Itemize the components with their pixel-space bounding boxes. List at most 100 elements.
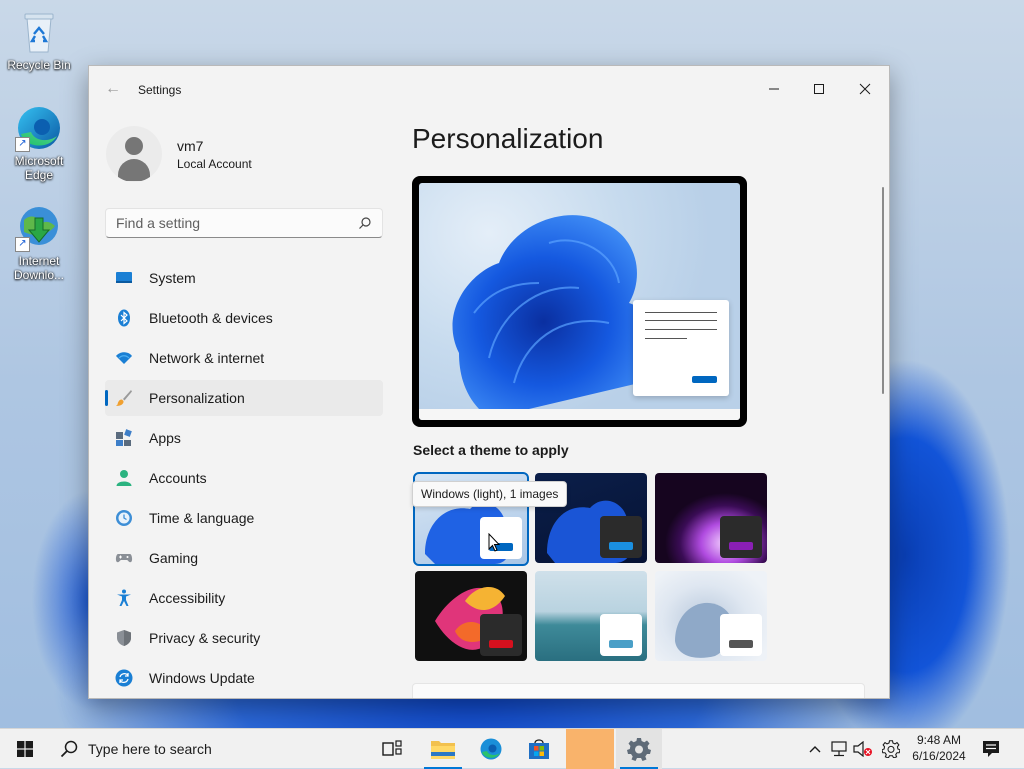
user-name: vm7: [177, 138, 204, 154]
recycle-bin-icon: [24, 13, 54, 53]
network-tray-button[interactable]: [828, 729, 850, 769]
nav-item-network-internet[interactable]: Network & internet: [105, 340, 383, 376]
folder-icon: [431, 741, 455, 759]
theme-mini-window: [720, 614, 762, 656]
nav-item-label: Privacy & security: [149, 630, 261, 646]
windows-logo-icon: [17, 741, 33, 757]
window-title: Settings: [138, 83, 182, 97]
nav-item-label: System: [149, 270, 196, 286]
taskbar: Type here to search 9:48 AM 6/16/2024: [0, 728, 1024, 769]
theme-captured-motion[interactable]: [415, 571, 527, 661]
nav-item-accessibility[interactable]: Accessibility: [105, 580, 383, 616]
minimize-icon: [769, 88, 779, 90]
apps-icon: [116, 429, 132, 446]
network-wired-icon: [831, 741, 847, 757]
back-arrow-icon[interactable]: ←: [105, 80, 121, 98]
taskbar-search-box[interactable]: Type here to search: [50, 729, 368, 769]
nav-item-label: Network & internet: [149, 350, 265, 366]
time-language-icon: [116, 510, 132, 526]
accounts-icon: [116, 470, 132, 486]
nav-item-label: Gaming: [149, 550, 199, 566]
maximize-button[interactable]: [796, 74, 842, 104]
desktop-icon-edge[interactable]: ↗ Microsoft Edge: [4, 104, 74, 182]
settings-tray-button[interactable]: [878, 729, 904, 769]
desktop-icon-internet-download-manager[interactable]: ↗ Internet Downlo...: [4, 204, 74, 282]
preview-window-mockup: [633, 300, 729, 396]
theme-tooltip: Windows (light), 1 images: [412, 481, 568, 507]
theme-flow[interactable]: [655, 571, 767, 661]
desktop-icon-label: Recycle Bin: [7, 58, 71, 72]
avatar: [106, 126, 162, 182]
clock-date: 6/16/2024: [912, 749, 966, 763]
nav-item-label: Accessibility: [149, 590, 226, 606]
search-box[interactable]: [105, 208, 383, 238]
windows-update-icon: [115, 669, 133, 687]
edge-icon: [480, 738, 502, 760]
nav-item-label: Apps: [149, 430, 181, 446]
gaming-icon: [115, 554, 133, 563]
page-title: Personalization: [412, 123, 604, 154]
volume-tray-button[interactable]: [852, 729, 874, 769]
preview-taskbar: [419, 409, 740, 420]
brush-icon: [116, 390, 132, 406]
nav-item-label: Windows Update: [149, 670, 255, 686]
nav-item-privacy-security[interactable]: Privacy & security: [105, 620, 383, 656]
notification-center-button[interactable]: [978, 729, 1004, 769]
themes-heading: Select a theme to apply: [413, 442, 569, 458]
gear-icon: [627, 738, 651, 761]
nav-item-personalization[interactable]: Personalization: [105, 380, 383, 416]
search-input[interactable]: [116, 214, 346, 232]
nav-item-label: Accounts: [149, 470, 207, 486]
taskbar-edge[interactable]: [468, 729, 514, 769]
settings-card[interactable]: [412, 683, 865, 698]
minimize-button[interactable]: [751, 74, 797, 104]
taskbar-settings[interactable]: [616, 729, 662, 769]
clock-time: 9:48 AM: [916, 733, 962, 747]
search-icon[interactable]: [358, 216, 372, 230]
nav-item-bluetooth-devices[interactable]: Bluetooth & devices: [105, 300, 383, 336]
search-icon: [60, 740, 78, 758]
chevron-up-icon: [809, 746, 821, 753]
theme-mini-window: [600, 516, 642, 558]
nav-item-accounts[interactable]: Accounts: [105, 460, 383, 496]
accessibility-icon: [117, 589, 131, 606]
store-icon: [529, 739, 549, 759]
desktop-icon-recycle-bin[interactable]: Recycle Bin: [4, 8, 74, 72]
nav-item-time-language[interactable]: Time & language: [105, 500, 383, 536]
scrollbar[interactable]: [882, 187, 884, 394]
nav-item-gaming[interactable]: Gaming: [105, 540, 383, 576]
maximize-icon: [814, 84, 824, 94]
desktop-icon-label: Microsoft Edge: [14, 154, 64, 182]
volume-muted-icon: [853, 741, 872, 757]
theme-preview: [412, 176, 747, 427]
nav-item-label: Personalization: [149, 390, 245, 406]
mouse-cursor-icon: [488, 533, 501, 552]
notification-icon: [983, 741, 999, 757]
close-icon: [859, 83, 871, 95]
nav-item-apps[interactable]: Apps: [105, 420, 383, 456]
nav-item-windows-update[interactable]: Windows Update: [105, 660, 383, 696]
shield-icon: [117, 630, 131, 646]
account-type: Local Account: [177, 157, 252, 171]
show-hidden-icons-button[interactable]: [804, 729, 826, 769]
idm-icon: ↗: [15, 204, 63, 252]
gear-icon: [882, 740, 900, 758]
start-button[interactable]: [0, 729, 50, 769]
nav-item-label: Bluetooth & devices: [149, 310, 273, 326]
nav-item-label: Time & language: [149, 510, 255, 526]
network-icon: [116, 352, 132, 364]
task-view-button[interactable]: [370, 729, 414, 769]
close-button[interactable]: [842, 74, 888, 104]
nav-list: System Bluetooth & devices Network & int…: [105, 260, 383, 698]
taskbar-file-explorer[interactable]: [420, 729, 466, 769]
settings-window: ← Settings vm7 Local Account System Blue…: [88, 65, 890, 699]
taskbar-app-orange[interactable]: [566, 729, 614, 769]
theme-mini-window: [480, 614, 522, 656]
taskbar-clock[interactable]: 9:48 AM 6/16/2024: [910, 732, 968, 764]
shortcut-arrow-icon: ↗: [15, 137, 30, 152]
theme-mini-window: [720, 516, 762, 558]
theme-glow[interactable]: [655, 473, 767, 563]
nav-item-system[interactable]: System: [105, 260, 383, 296]
theme-sunrise[interactable]: [535, 571, 647, 661]
taskbar-store[interactable]: [516, 729, 562, 769]
